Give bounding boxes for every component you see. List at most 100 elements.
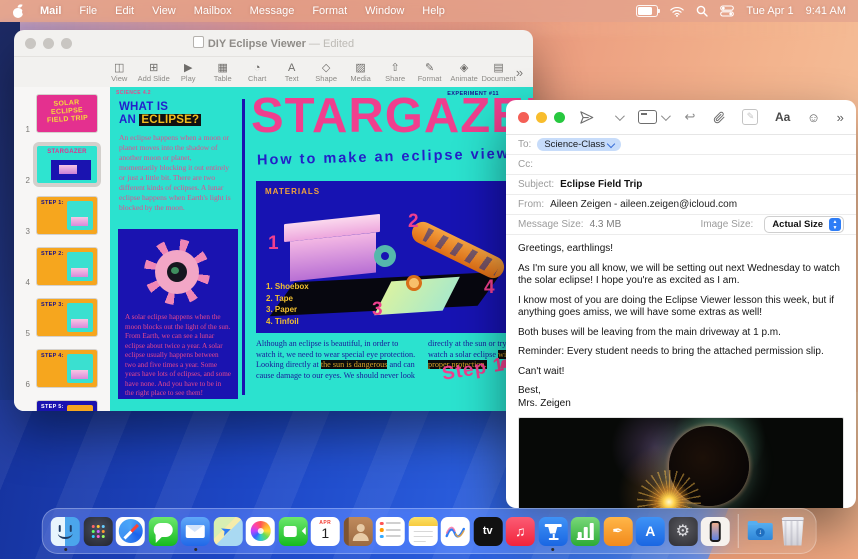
zoom-button[interactable] (554, 112, 565, 123)
mail-compose-window: ↩ ✎ Aa ☺ » To: Science-Class Cc: Subject… (506, 100, 856, 508)
slide-number: 5 (14, 329, 33, 340)
emoji-button[interactable]: ☺ (807, 110, 820, 125)
image-size-select[interactable]: Actual Size ▲▼ (764, 216, 844, 233)
add-slide-icon: ⊞ (149, 62, 158, 74)
animate-icon: ◈ (460, 62, 468, 74)
search-icon[interactable] (696, 5, 708, 17)
battery-icon[interactable] (636, 5, 658, 17)
dock-downloads[interactable]: ↓ (746, 517, 775, 546)
dock-maps[interactable]: ➤ (213, 517, 242, 546)
dock-freeform[interactable] (441, 517, 470, 546)
close-button[interactable] (518, 112, 529, 123)
dock-pages[interactable]: ✒ (603, 517, 632, 546)
header-fields-button[interactable] (638, 110, 668, 124)
dock-finder[interactable] (51, 517, 80, 546)
share-button[interactable]: ⇧Share (378, 62, 412, 83)
dock-trash[interactable] (778, 517, 807, 546)
signature: Best,Mrs. Zeigen (518, 385, 844, 410)
dock-notes[interactable] (408, 517, 437, 546)
apple-menu-icon[interactable] (12, 5, 25, 18)
document-button[interactable]: ▤Document (481, 62, 515, 83)
menu-help[interactable]: Help (422, 5, 445, 17)
menu-window[interactable]: Window (365, 5, 404, 17)
dock-safari[interactable] (116, 517, 145, 546)
to-field[interactable]: To: Science-Class (506, 135, 856, 155)
attach-button[interactable] (712, 110, 726, 125)
toolbar-overflow-icon[interactable]: » (837, 110, 844, 125)
dock-keynote[interactable] (538, 517, 567, 546)
stepper-icon: ▲▼ (829, 218, 841, 231)
menu-message[interactable]: Message (250, 5, 295, 17)
format-button[interactable]: ✎Format (412, 62, 446, 83)
dock-separator (737, 514, 738, 548)
menu-clock[interactable]: 9:41 AM (806, 5, 846, 17)
dock-mail[interactable] (181, 517, 210, 546)
dock-messages[interactable] (148, 517, 177, 546)
slide-number: 3 (14, 227, 33, 238)
table-button[interactable]: ▦Table (205, 62, 239, 83)
slide-canvas[interactable]: SCIENCE 4.2 EXPERIMENT #11 WHAT IS AN EC… (110, 87, 533, 411)
keynote-title-bar[interactable]: DIY Eclipse Viewer — Edited (14, 30, 533, 57)
chart-button[interactable]: ◔Chart (240, 62, 274, 83)
menu-format[interactable]: Format (312, 5, 347, 17)
tape-illustration (374, 245, 396, 267)
send-button[interactable] (579, 110, 594, 125)
eclipse-photo-attachment[interactable] (518, 417, 844, 508)
shape-button[interactable]: ◇Shape (309, 62, 343, 83)
view-button[interactable]: ◫View (102, 62, 136, 83)
from-field[interactable]: From: Aileen Zeigen - aileen.zeigen@iclo… (506, 195, 856, 215)
header-fields-icon (638, 110, 657, 124)
text-button[interactable]: AText (274, 62, 308, 83)
animate-button[interactable]: ◈Animate (447, 62, 481, 83)
mail-toolbar[interactable]: ↩ ✎ Aa ☺ » (506, 100, 856, 135)
dock-iphone-mirroring[interactable] (701, 517, 730, 546)
cc-field[interactable]: Cc: (506, 155, 856, 175)
menu-date[interactable]: Tue Apr 1 (746, 5, 793, 17)
dock-system-settings[interactable]: ⚙ (668, 517, 697, 546)
minimize-button[interactable] (536, 112, 547, 123)
dock-calendar[interactable]: APR1 (311, 517, 340, 546)
slide-thumbnail-row[interactable]: 6 STEP 4: (14, 346, 110, 391)
undo-button[interactable]: ↩ (685, 109, 696, 125)
slide-thumbnail-row[interactable]: 4 STEP 2: (14, 244, 110, 289)
menu-file[interactable]: File (79, 5, 97, 17)
add-slide-button[interactable]: ⊞Add Slide (136, 62, 170, 83)
slide-thumbnail-row[interactable]: 7 STEP 5: (14, 397, 110, 411)
slide-thumbnail-row-selected[interactable]: 2 STARGAZER (14, 142, 110, 187)
dock: ➤ APR1 tv ♫ ✒ A ⚙ ↓ (42, 508, 817, 554)
markup-button[interactable]: ✎ (742, 109, 758, 125)
dock-numbers[interactable] (571, 517, 600, 546)
body-paragraph: Both buses will be leaving from the main… (518, 327, 844, 340)
dock-app-store[interactable]: A (636, 517, 665, 546)
heading-highlight: ECLIPSE? (139, 114, 201, 126)
menu-view[interactable]: View (152, 5, 176, 17)
material-number-1: 1 (268, 233, 279, 255)
control-center-icon[interactable] (720, 5, 734, 17)
dock-tv[interactable]: tv (473, 517, 502, 546)
menu-edit[interactable]: Edit (115, 5, 134, 17)
dock-contacts[interactable] (343, 517, 372, 546)
toolbar-overflow-icon[interactable]: » (516, 65, 523, 80)
dock-launchpad[interactable] (83, 517, 112, 546)
message-body[interactable]: Greetings, earthlings! As I'm sure you a… (506, 235, 856, 410)
dock-photos[interactable] (246, 517, 275, 546)
wifi-icon[interactable] (670, 6, 684, 17)
material-number-3: 3 (372, 299, 383, 321)
send-options-chevron-icon[interactable] (614, 111, 624, 121)
slide-thumbnail-row[interactable]: 1 SOLAR ECLIPSE FIELD TRIP (14, 91, 110, 136)
menu-app-name[interactable]: Mail (40, 5, 61, 17)
recipient-token[interactable]: Science-Class (537, 138, 621, 151)
slide-thumbnail-row[interactable]: 3 STEP 1: (14, 193, 110, 238)
play-button[interactable]: ▶Play (171, 62, 205, 83)
format-icon: ✎ (425, 62, 434, 74)
slide-paragraph-solar: A solar eclipse happens when the moon bl… (125, 313, 231, 399)
format-text-button[interactable]: Aa (775, 110, 790, 124)
dock-reminders[interactable] (376, 517, 405, 546)
media-button[interactable]: ▨Media (343, 62, 377, 83)
menu-mailbox[interactable]: Mailbox (194, 5, 232, 17)
shoebox-illustration (290, 232, 376, 281)
slide-thumbnail-row[interactable]: 5 STEP 3: (14, 295, 110, 340)
subject-field[interactable]: Subject: Eclipse Field Trip (506, 175, 856, 195)
dock-facetime[interactable] (278, 517, 307, 546)
dock-music[interactable]: ♫ (506, 517, 535, 546)
